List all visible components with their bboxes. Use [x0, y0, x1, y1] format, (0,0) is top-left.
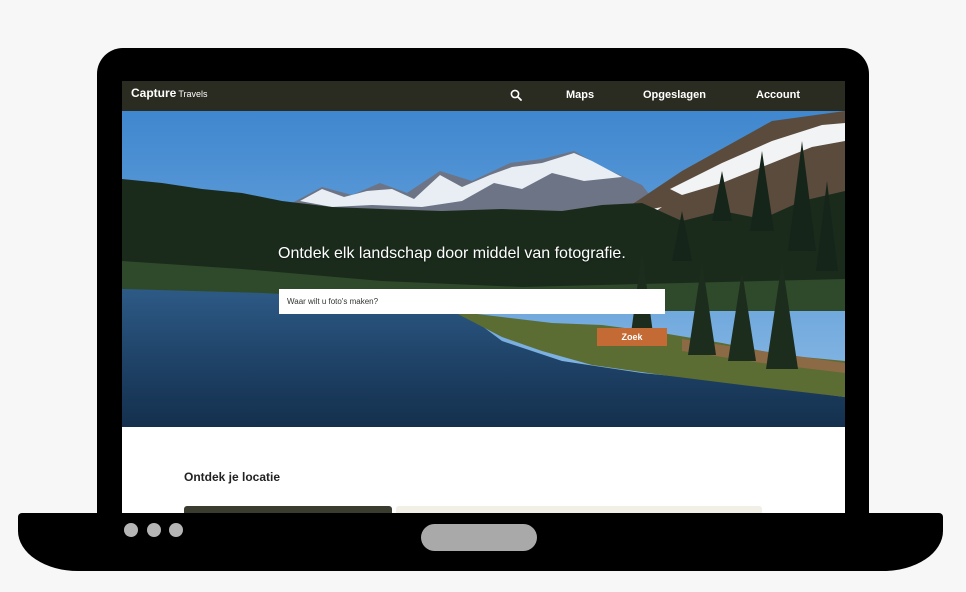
- hero-landscape-image: [122, 111, 845, 427]
- brand-main: Capture: [131, 86, 177, 100]
- indicator-light: [147, 523, 161, 537]
- nav-link-opgeslagen[interactable]: Opgeslagen: [643, 89, 706, 101]
- app-screen: CaptureTravels Maps Opgeslagen Account: [122, 81, 845, 516]
- brand-sub: Travels: [178, 89, 208, 99]
- hero-headline: Ontdek elk landschap door middel van fot…: [278, 245, 626, 262]
- navbar: Capture Travels Maps Opgeslagen Account: [122, 81, 845, 111]
- search-icon[interactable]: [510, 89, 522, 101]
- nav-link-maps[interactable]: Maps: [566, 89, 594, 101]
- trackpad: [421, 524, 537, 551]
- brand-logo[interactable]: Capture Travels: [131, 86, 208, 100]
- search-button[interactable]: Zoek: [597, 328, 667, 346]
- location-search-input[interactable]: [279, 289, 665, 314]
- indicator-light: [169, 523, 183, 537]
- nav-link-account[interactable]: Account: [756, 89, 800, 101]
- indicator-light: [124, 523, 138, 537]
- hero-section: Ontdek elk landschap door middel van fot…: [122, 111, 845, 427]
- section-title: Ontdek je locatie: [184, 470, 281, 484]
